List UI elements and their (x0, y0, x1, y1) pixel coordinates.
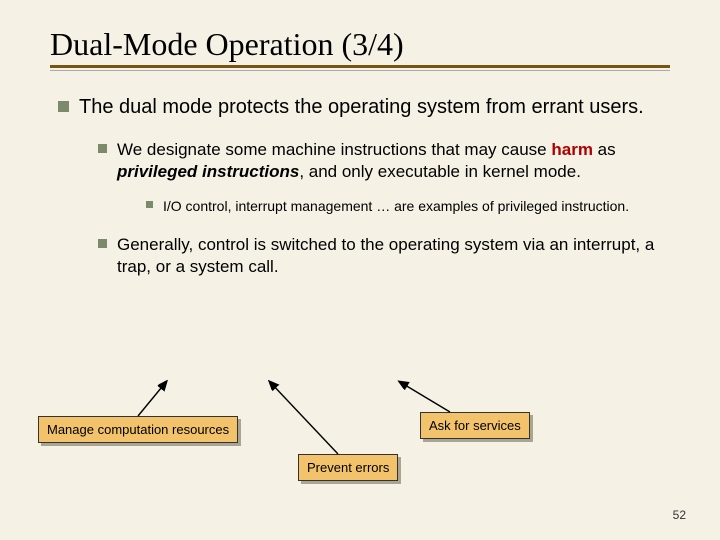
arrows-svg (0, 0, 720, 540)
arrow-system-call (400, 382, 450, 412)
arrow-trap (270, 382, 338, 454)
page-number: 52 (673, 508, 686, 522)
arrow-interrupt (138, 382, 166, 416)
slide: Dual-Mode Operation (3/4) The dual mode … (0, 0, 720, 540)
